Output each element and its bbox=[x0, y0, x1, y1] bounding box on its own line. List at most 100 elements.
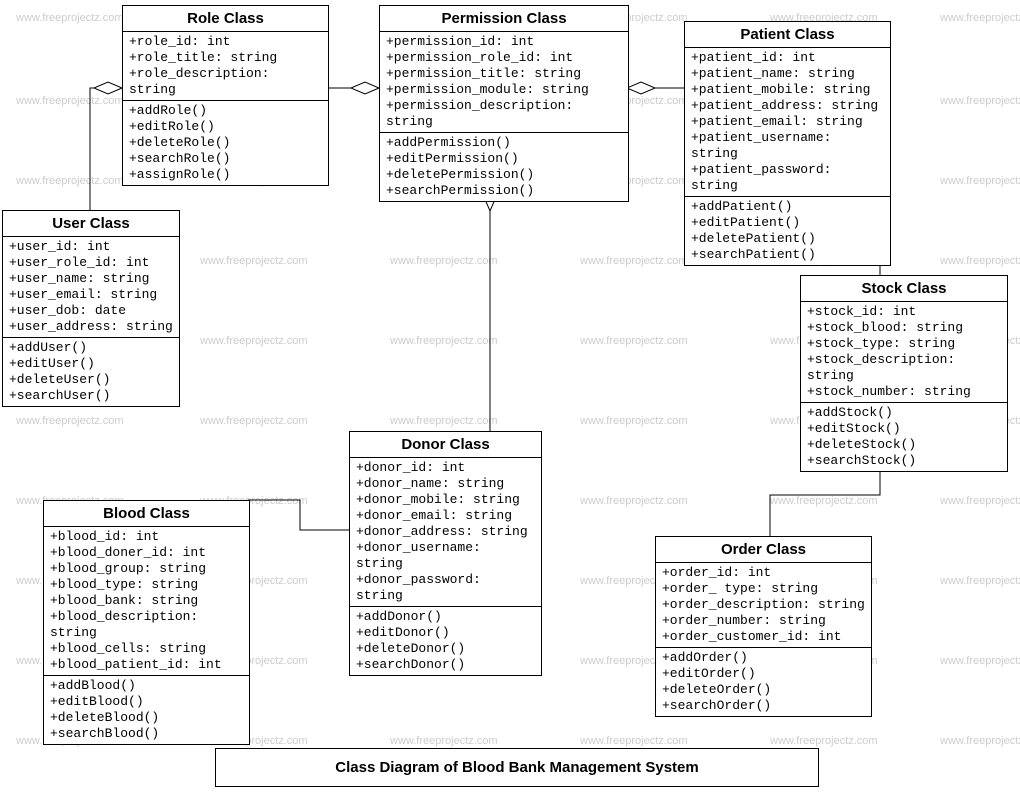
method-line: +searchUser() bbox=[9, 388, 173, 404]
watermark-text: www.freeprojectz.com bbox=[580, 335, 688, 347]
method-line: +searchRole() bbox=[129, 151, 322, 167]
method-line: +editUser() bbox=[9, 356, 173, 372]
attribute-line: +donor_id: int bbox=[356, 460, 535, 476]
class-title: Blood Class bbox=[44, 501, 249, 527]
watermark-text: www.freeprojectz.com bbox=[16, 175, 124, 187]
attribute-line: +user_name: string bbox=[9, 271, 173, 287]
attribute-line: +user_dob: date bbox=[9, 303, 173, 319]
attribute-line: +role_title: string bbox=[129, 50, 322, 66]
watermark-text: www.freeprojectz.com bbox=[940, 735, 1020, 747]
attribute-line: +donor_mobile: string bbox=[356, 492, 535, 508]
method-line: +addStock() bbox=[807, 405, 1001, 421]
diagram-title: Class Diagram of Blood Bank Management S… bbox=[215, 748, 819, 787]
method-line: +searchPermission() bbox=[386, 183, 622, 199]
attribute-line: +stock_type: string bbox=[807, 336, 1001, 352]
class-attributes: +permission_id: int+permission_role_id: … bbox=[380, 32, 628, 133]
attribute-line: +order_ type: string bbox=[662, 581, 865, 597]
class-methods: +addUser()+editUser()+deleteUser()+searc… bbox=[3, 338, 179, 406]
method-line: +addOrder() bbox=[662, 650, 865, 666]
method-line: +deletePermission() bbox=[386, 167, 622, 183]
class-title: Role Class bbox=[123, 6, 328, 32]
method-line: +deleteDonor() bbox=[356, 641, 535, 657]
attribute-line: +blood_description: string bbox=[50, 609, 243, 641]
method-line: +editPermission() bbox=[386, 151, 622, 167]
attribute-line: +patient_name: string bbox=[691, 66, 884, 82]
method-line: +addPatient() bbox=[691, 199, 884, 215]
attribute-line: +stock_blood: string bbox=[807, 320, 1001, 336]
watermark-text: www.freeprojectz.com bbox=[940, 575, 1020, 587]
class-methods: +addBlood()+editBlood()+deleteBlood()+se… bbox=[44, 676, 249, 744]
attribute-line: +donor_username: string bbox=[356, 540, 535, 572]
class-attributes: +role_id: int+role_title: string+role_de… bbox=[123, 32, 328, 101]
class-methods: +addPermission()+editPermission()+delete… bbox=[380, 133, 628, 201]
watermark-text: www.freeprojectz.com bbox=[770, 735, 878, 747]
attribute-line: +stock_id: int bbox=[807, 304, 1001, 320]
class-attributes: +user_id: int+user_role_id: int+user_nam… bbox=[3, 237, 179, 338]
class-title: Donor Class bbox=[350, 432, 541, 458]
attribute-line: +user_email: string bbox=[9, 287, 173, 303]
attribute-line: +blood_group: string bbox=[50, 561, 243, 577]
method-line: +editPatient() bbox=[691, 215, 884, 231]
method-line: +assignRole() bbox=[129, 167, 322, 183]
attribute-line: +stock_description: string bbox=[807, 352, 1001, 384]
attribute-line: +blood_bank: string bbox=[50, 593, 243, 609]
class-stock: Stock Class +stock_id: int+stock_blood: … bbox=[800, 275, 1008, 472]
watermark-text: www.freeprojectz.com bbox=[940, 655, 1020, 667]
watermark-text: www.freeprojectz.com bbox=[200, 335, 308, 347]
watermark-text: www.freeprojectz.com bbox=[390, 255, 498, 267]
attribute-line: +permission_description: string bbox=[386, 98, 622, 130]
class-patient: Patient Class +patient_id: int+patient_n… bbox=[684, 21, 891, 266]
attribute-line: +user_address: string bbox=[9, 319, 173, 335]
method-line: +searchStock() bbox=[807, 453, 1001, 469]
class-attributes: +donor_id: int+donor_name: string+donor_… bbox=[350, 458, 541, 607]
attribute-line: +blood_cells: string bbox=[50, 641, 243, 657]
attribute-line: +role_id: int bbox=[129, 34, 322, 50]
class-role: Role Class +role_id: int+role_title: str… bbox=[122, 5, 329, 186]
method-line: +editOrder() bbox=[662, 666, 865, 682]
attribute-line: +order_description: string bbox=[662, 597, 865, 613]
watermark-text: www.freeprojectz.com bbox=[200, 415, 308, 427]
method-line: +addUser() bbox=[9, 340, 173, 356]
watermark-text: www.freeprojectz.com bbox=[580, 735, 688, 747]
watermark-text: www.freeprojectz.com bbox=[390, 735, 498, 747]
attribute-line: +donor_address: string bbox=[356, 524, 535, 540]
attribute-line: +patient_email: string bbox=[691, 114, 884, 130]
watermark-text: www.freeprojectz.com bbox=[390, 335, 498, 347]
method-line: +addRole() bbox=[129, 103, 322, 119]
method-line: +editStock() bbox=[807, 421, 1001, 437]
method-line: +editRole() bbox=[129, 119, 322, 135]
method-line: +editDonor() bbox=[356, 625, 535, 641]
watermark-text: www.freeprojectz.com bbox=[580, 495, 688, 507]
watermark-text: www.freeprojectz.com bbox=[940, 12, 1020, 24]
class-user: User Class +user_id: int+user_role_id: i… bbox=[2, 210, 180, 407]
class-blood: Blood Class +blood_id: int+blood_doner_i… bbox=[43, 500, 250, 745]
method-line: +searchOrder() bbox=[662, 698, 865, 714]
class-title: Order Class bbox=[656, 537, 871, 563]
attribute-line: +blood_type: string bbox=[50, 577, 243, 593]
class-order: Order Class +order_id: int+order_ type: … bbox=[655, 536, 872, 717]
watermark-text: www.freeprojectz.com bbox=[940, 495, 1020, 507]
attribute-line: +donor_email: string bbox=[356, 508, 535, 524]
method-line: +deleteOrder() bbox=[662, 682, 865, 698]
class-attributes: +blood_id: int+blood_doner_id: int+blood… bbox=[44, 527, 249, 676]
attribute-line: +permission_role_id: int bbox=[386, 50, 622, 66]
attribute-line: +blood_patient_id: int bbox=[50, 657, 243, 673]
attribute-line: +permission_title: string bbox=[386, 66, 622, 82]
attribute-line: +order_number: string bbox=[662, 613, 865, 629]
watermark-text: www.freeprojectz.com bbox=[940, 255, 1020, 267]
class-title: Stock Class bbox=[801, 276, 1007, 302]
method-line: +deletePatient() bbox=[691, 231, 884, 247]
class-title: Permission Class bbox=[380, 6, 628, 32]
watermark-text: www.freeprojectz.com bbox=[940, 175, 1020, 187]
class-methods: +addDonor()+editDonor()+deleteDonor()+se… bbox=[350, 607, 541, 675]
class-methods: +addRole()+editRole()+deleteRole()+searc… bbox=[123, 101, 328, 185]
method-line: +searchDonor() bbox=[356, 657, 535, 673]
class-attributes: +patient_id: int+patient_name: string+pa… bbox=[685, 48, 890, 197]
watermark-text: www.freeprojectz.com bbox=[580, 255, 688, 267]
watermark-text: www.freeprojectz.com bbox=[16, 95, 124, 107]
class-title: User Class bbox=[3, 211, 179, 237]
attribute-line: +user_role_id: int bbox=[9, 255, 173, 271]
attribute-line: +blood_id: int bbox=[50, 529, 243, 545]
class-attributes: +order_id: int+order_ type: string+order… bbox=[656, 563, 871, 648]
watermark-text: www.freeprojectz.com bbox=[16, 415, 124, 427]
